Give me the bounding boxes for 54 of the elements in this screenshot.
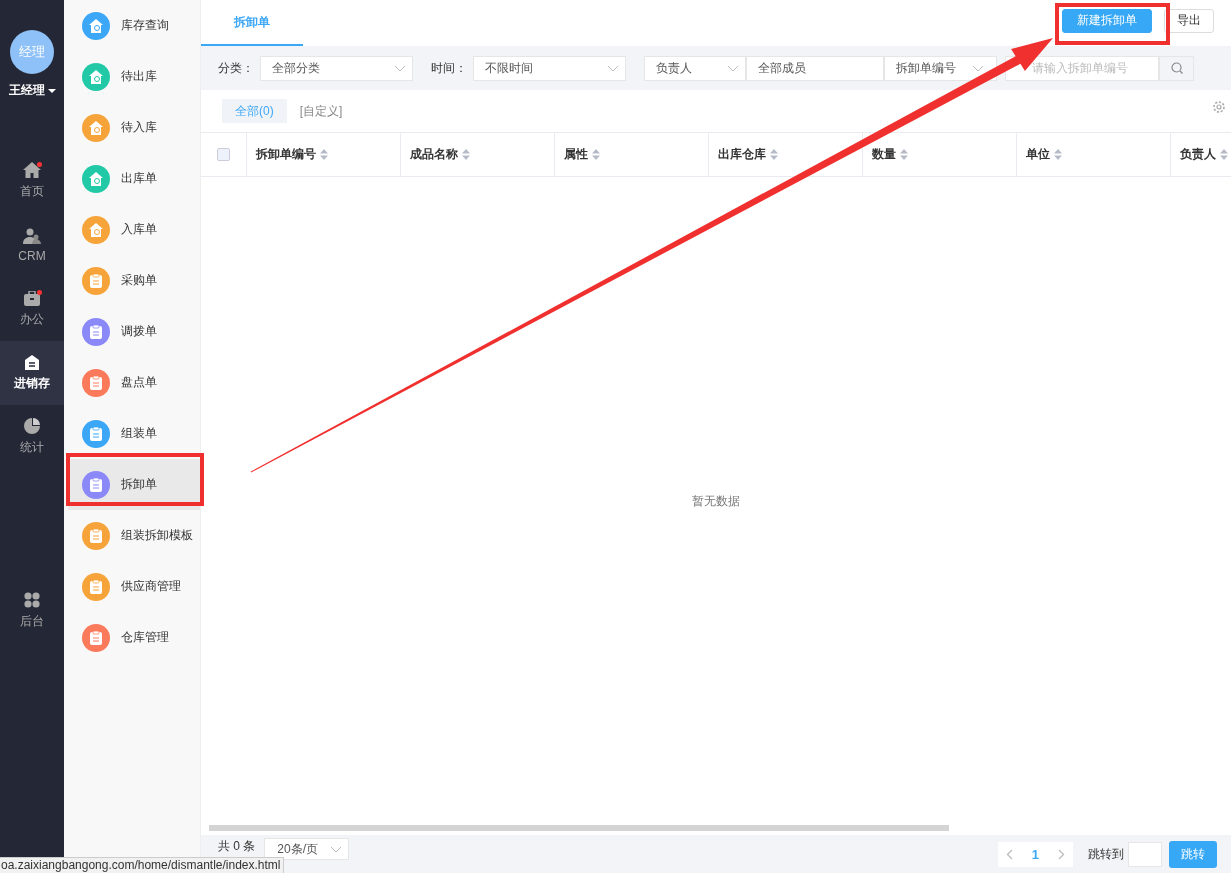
nav-item[interactable]: 统计 — [0, 405, 64, 469]
submenu-item[interactable]: 采购单 — [68, 255, 200, 306]
submenu-label: 组装拆卸模板 — [121, 527, 193, 544]
nav-item[interactable]: 办公 — [0, 277, 64, 341]
submenu-label: 拆卸单 — [121, 476, 157, 493]
empty-message: 暂无数据 — [692, 492, 740, 510]
submenu-label: 供应商管理 — [121, 578, 181, 595]
submenu-label: 采购单 — [121, 272, 157, 289]
column-header[interactable]: 属性 — [564, 146, 600, 163]
submenu-item[interactable]: 拆卸单 — [68, 459, 200, 510]
submenu-item[interactable]: 组装单 — [68, 408, 200, 459]
submenu-label: 待出库 — [121, 68, 157, 85]
column-header[interactable]: 数量 — [872, 146, 908, 163]
nav-item[interactable]: 后台 — [0, 579, 64, 643]
total-count: 共 0 条 — [218, 838, 256, 855]
owner-type-select[interactable]: 负责人 — [644, 55, 746, 81]
column-header[interactable]: 成品名称 — [410, 146, 470, 163]
export-button[interactable]: 导出 — [1164, 8, 1214, 33]
submenu-label: 仓库管理 — [121, 629, 169, 646]
column-header[interactable]: 拆卸单编号 — [256, 146, 328, 163]
category-select[interactable]: 全部分类 — [260, 55, 413, 81]
submenu-label: 库存查询 — [121, 17, 169, 34]
url-tooltip: oa.zaixiangbangong.com/home/dismantle/index.html — [0, 857, 284, 873]
column-header[interactable]: 单位 — [1026, 146, 1062, 163]
search-input[interactable]: 请输入拆卸单编号 — [1005, 55, 1159, 81]
submenu-label: 入库单 — [121, 221, 157, 238]
submenu-item[interactable]: 待出库 — [68, 51, 200, 102]
submenu-item[interactable]: 入库单 — [68, 204, 200, 255]
filter-label: 时间： — [431, 59, 467, 77]
search-field-select[interactable]: 拆卸单编号 — [884, 55, 997, 81]
column-header[interactable]: 出库仓库 — [718, 146, 778, 163]
owner-select[interactable]: 全部成员 — [746, 55, 884, 81]
submenu-item[interactable]: 供应商管理 — [68, 561, 200, 612]
nav-item[interactable]: 进销存 — [0, 341, 64, 405]
submenu-item[interactable]: 仓库管理 — [68, 612, 200, 663]
nav-item[interactable]: CRM — [0, 213, 64, 277]
jump-label: 跳转到 — [1088, 845, 1124, 863]
submenu-label: 待入库 — [121, 119, 157, 136]
submenu-label: 调拨单 — [121, 323, 157, 340]
filter-label: 分类： — [218, 59, 254, 77]
submenu-label: 组装单 — [121, 425, 157, 442]
submenu-item[interactable]: 调拨单 — [68, 306, 200, 357]
user-name[interactable]: 王经理 — [8, 82, 45, 99]
submenu-item[interactable]: 待入库 — [68, 102, 200, 153]
submenu-item[interactable]: 出库单 — [68, 153, 200, 204]
page-size-select[interactable]: 20条/页 — [264, 838, 350, 860]
submenu-item[interactable]: 盘点单 — [68, 357, 200, 408]
submenu-label: 出库单 — [121, 170, 157, 187]
submenu-item[interactable]: 组装拆卸模板 — [68, 510, 200, 561]
submenu-item[interactable]: 库存查询 — [68, 0, 200, 51]
nav-item[interactable]: 首页 — [0, 149, 64, 213]
submenu-label: 盘点单 — [121, 374, 157, 391]
time-select[interactable]: 不限时间 — [473, 55, 626, 81]
view-tab[interactable]: [自定义] — [286, 99, 356, 123]
